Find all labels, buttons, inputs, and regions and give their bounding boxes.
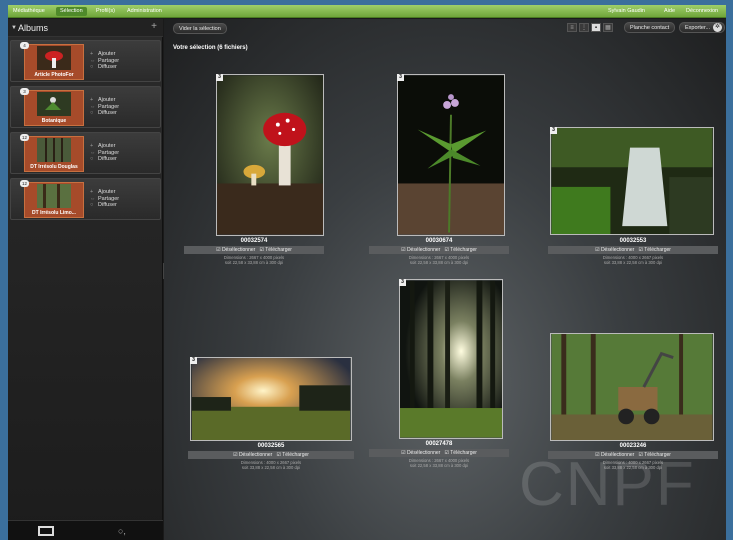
photo-actions-bar: ☑ Désélectionner ☑ Télécharger bbox=[369, 449, 509, 457]
menu-logout[interactable]: Déconnexion bbox=[686, 8, 718, 14]
photo-id: 00030674 bbox=[425, 238, 453, 244]
export-gear-icon[interactable]: ✲ bbox=[713, 23, 722, 32]
album-item[interactable]: DT Irrésolu Limo... 12 + Ajouter ⇔ Partage… bbox=[10, 178, 161, 220]
photo-card: 3 00032565 ☑ Désélectionner ☑ Télécharge… bbox=[188, 357, 354, 487]
album-publish-action[interactable]: ○ Diffuser bbox=[90, 64, 119, 71]
selection-panel: Vider la sélection ≡ ⋮ ▪ ▦ Planche conta… bbox=[164, 19, 726, 540]
collapse-triangle-icon[interactable]: ▼ bbox=[11, 25, 17, 31]
deselect-link[interactable]: ☑ Désélectionner bbox=[401, 247, 440, 253]
album-label: DT Irrésolu Douglas bbox=[30, 164, 78, 170]
album-thumbnail: Article PhotoFor bbox=[24, 44, 84, 80]
download-link[interactable]: ☑ Télécharger bbox=[276, 452, 308, 458]
album-publish-action[interactable]: ○ Diffuser bbox=[90, 202, 119, 209]
album-count-badge: 12 bbox=[20, 180, 29, 187]
deselect-link[interactable]: ☑ Désélectionner bbox=[401, 450, 440, 456]
menu-user[interactable]: Sylvain Gaudin bbox=[608, 8, 645, 14]
deselect-link[interactable]: ☑ Désélectionner bbox=[595, 247, 634, 253]
photo-card: 3 00032553 ☑ Désélectionner ☑ Télécharge… bbox=[548, 127, 718, 267]
photo-mushroom[interactable] bbox=[216, 74, 324, 236]
photo-dimensions: Dimensions : 4000 x 2667 pixels soit 33,8… bbox=[240, 460, 302, 470]
albums-title: Albums bbox=[18, 23, 49, 33]
menu-profils[interactable]: Profil(s) bbox=[96, 8, 115, 14]
album-label: Botanique bbox=[41, 118, 67, 124]
photo-dimensions: Dimensions : 2667 x 4000 pixels soit 22,5… bbox=[408, 255, 470, 265]
photo-index-badge: 3 bbox=[190, 357, 197, 364]
photo-actions-bar: ☑ Désélectionner ☑ Télécharger bbox=[369, 246, 509, 254]
add-album-icon[interactable]: + bbox=[151, 21, 157, 32]
album-count-badge: 4 bbox=[20, 42, 29, 49]
album-thumbnail: DT Irrésolu Limo... bbox=[24, 182, 84, 218]
download-link[interactable]: ☑ Télécharger bbox=[444, 247, 476, 253]
photo-actions-bar: ☑ Désélectionner ☑ Télécharger bbox=[548, 246, 718, 254]
album-item[interactable]: Botanique 3 + Ajouter ⇔ Partager ○ Diffuser bbox=[10, 86, 161, 128]
album-thumbnail: DT Irrésolu Douglas bbox=[24, 136, 84, 172]
album-count-badge: 3 bbox=[20, 88, 29, 95]
album-thumbnail: Botanique bbox=[24, 90, 84, 126]
album-publish-action[interactable]: ○ Diffuser bbox=[90, 110, 119, 117]
albums-sidebar: ▼ Albums + Article PhotoFor 4 + Ajouter ⇔… bbox=[8, 19, 163, 540]
deselect-link[interactable]: ☑ Désélectionner bbox=[216, 247, 255, 253]
photo-id: 00027478 bbox=[425, 441, 453, 447]
photo-card: 3 00030674 ☑ Désélectionner ☑ Télécharge… bbox=[369, 74, 509, 265]
menu-administration[interactable]: Administration bbox=[127, 8, 162, 14]
selection-toolbar: Vider la sélection ≡ ⋮ ▪ ▦ Planche conta… bbox=[164, 19, 726, 39]
photo-card: 3 00032574 ☑ Désélectionner ☑ Télécharge… bbox=[184, 74, 324, 265]
photo-dimensions: Dimensions : 4000 x 2667 pixels soit 33,8… bbox=[602, 255, 664, 265]
album-cover-image bbox=[37, 184, 71, 208]
detail-view-icon[interactable]: ▦ bbox=[603, 23, 613, 32]
album-publish-action[interactable]: ○ Diffuser bbox=[90, 156, 119, 163]
album-cover-image bbox=[37, 92, 71, 116]
download-link[interactable]: ☑ Télécharger bbox=[259, 247, 291, 253]
app-window: Médiathèque Sélection Profil(s) Administ… bbox=[8, 5, 726, 540]
selection-title: Votre sélection (6 fichiers) bbox=[173, 45, 248, 51]
photo-index-badge: 3 bbox=[399, 279, 406, 286]
albums-header: ▼ Albums + bbox=[8, 19, 163, 37]
album-label: Article PhotoFor bbox=[34, 72, 74, 78]
contact-sheet-button[interactable]: Planche contact bbox=[624, 22, 676, 33]
photo-sunrise[interactable] bbox=[190, 357, 352, 441]
photo-id: 00032565 bbox=[257, 443, 285, 449]
album-cover-image bbox=[37, 138, 71, 162]
photo-index-badge: 3 bbox=[550, 127, 557, 134]
photo-index-badge: 3 bbox=[397, 74, 404, 81]
photo-waterfall[interactable] bbox=[550, 127, 714, 235]
photo-id: 00032574 bbox=[240, 238, 268, 244]
photo-index-badge: 3 bbox=[216, 74, 223, 81]
album-count-badge: 12 bbox=[20, 134, 29, 141]
album-item[interactable]: Article PhotoFor 4 + Ajouter ⇔ Partager ○ D… bbox=[10, 40, 161, 82]
sidebar-footer: ○, bbox=[8, 520, 163, 540]
photo-dimensions: Dimensions : 2667 x 4000 pixels soit 22,5… bbox=[223, 255, 285, 265]
small-grid-view-icon[interactable]: ⋮ bbox=[579, 23, 589, 32]
menu-selection[interactable]: Sélection bbox=[56, 7, 87, 16]
photo-id: 00032553 bbox=[619, 238, 647, 244]
download-link[interactable]: ☑ Télécharger bbox=[638, 247, 670, 253]
menu-help[interactable]: Aide bbox=[664, 8, 675, 14]
photo-actions-bar: ☑ Désélectionner ☑ Télécharger bbox=[184, 246, 324, 254]
list-view-icon[interactable]: ≡ bbox=[567, 23, 577, 32]
album-label: DT Irrésolu Limo... bbox=[32, 210, 76, 216]
top-menu-bar: Médiathèque Sélection Profil(s) Administ… bbox=[8, 5, 726, 18]
download-link[interactable]: ☑ Télécharger bbox=[444, 450, 476, 456]
large-grid-view-icon[interactable]: ▪ bbox=[591, 23, 601, 32]
menu-mediatheque[interactable]: Médiathèque bbox=[13, 8, 45, 14]
clear-selection-button[interactable]: Vider la sélection bbox=[173, 23, 227, 34]
photo-plant[interactable] bbox=[397, 74, 505, 236]
photo-forest-sunbeams[interactable] bbox=[399, 279, 503, 439]
photo-forestry-machine[interactable] bbox=[550, 333, 714, 441]
photo-actions-bar: ☑ Désélectionner ☑ Télécharger bbox=[188, 451, 354, 459]
deselect-link[interactable]: ☑ Désélectionner bbox=[233, 452, 272, 458]
search-icon[interactable]: ○, bbox=[118, 526, 126, 536]
albums-view-icon[interactable] bbox=[38, 526, 54, 536]
photo-card: 3 00027478 ☑ Désélectionner ☑ Télécharge… bbox=[369, 279, 509, 479]
album-item[interactable]: DT Irrésolu Douglas 12 + Ajouter ⇔ Partage… bbox=[10, 132, 161, 174]
album-cover-image bbox=[37, 46, 71, 70]
cnpf-watermark: CNPF bbox=[519, 450, 696, 519]
photo-dimensions: Dimensions : 2667 x 4000 pixels soit 22,5… bbox=[408, 458, 470, 468]
